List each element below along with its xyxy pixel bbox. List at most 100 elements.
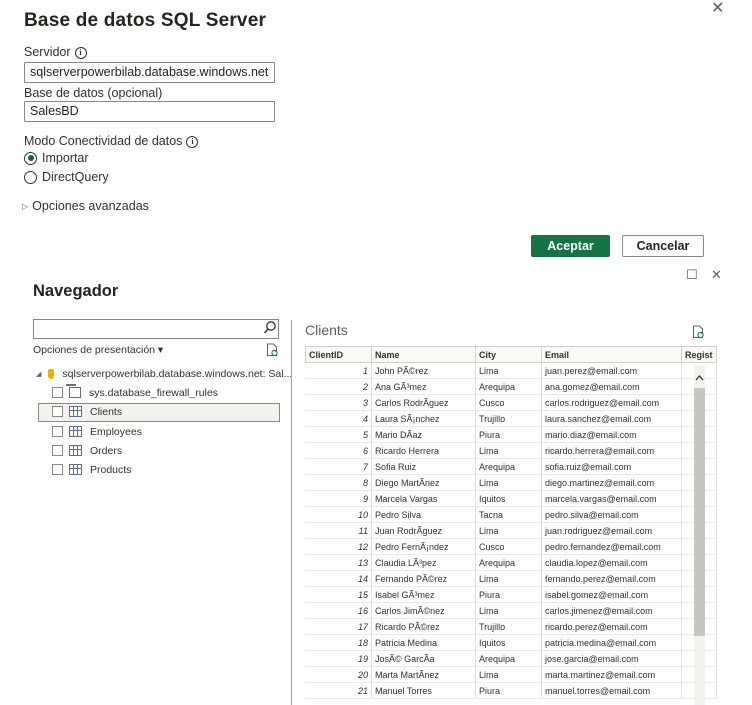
table-row[interactable]: 18 Patricia Medina Iquitos patricia.medina@… <box>305 634 717 651</box>
tree-item-employees[interactable]: Employees <box>52 422 142 441</box>
table-cell: Pedro Silva <box>371 506 476 523</box>
table-row[interactable]: 17 Ricardo PÃ©rez Trujillo ricardo.perez@em… <box>305 618 717 635</box>
cell-client-id: 3 <box>305 394 372 411</box>
table-row[interactable]: 16 Carlos JimÃ©nez Lima carlos.jimenez@emai… <box>305 602 717 619</box>
table-cell: John PÃ©rez <box>371 362 476 379</box>
scroll-up-icon[interactable] <box>694 372 705 384</box>
checkbox[interactable] <box>52 426 63 437</box>
table-icon <box>69 464 82 475</box>
table-row[interactable]: 2 Ana GÃ³mez Arequipa ana.gomez@email.com <box>305 378 717 395</box>
refresh-icon[interactable] <box>266 343 279 362</box>
radio-import[interactable]: Importar <box>24 151 89 165</box>
table-cell: Lima <box>475 362 542 379</box>
table-cell: Piura <box>475 682 542 699</box>
table-row[interactable]: 12 Pedro FernÃ¡ndez Cusco pedro.fernandez@e… <box>305 538 717 555</box>
table-row[interactable]: 9 Marcela Vargas Iquitos marcela.vargas@ema… <box>305 490 717 507</box>
table-row[interactable]: 10 Pedro Silva Tacna pedro.silva@email.com <box>305 506 717 523</box>
table-cell: ana.gomez@email.com <box>541 378 682 395</box>
display-options-dropdown[interactable]: Opciones de presentación ▾ <box>33 344 163 356</box>
table-cell: Mario DÃ­az <box>371 426 476 443</box>
info-icon[interactable]: i <box>186 135 199 148</box>
cancel-button[interactable]: Cancelar <box>622 235 704 257</box>
table-row[interactable]: 3 Carlos RodrÃ­guez Cusco carlos.rodriguez@… <box>305 394 717 411</box>
table-row[interactable]: 19 JosÃ© GarcÃ­a Arequipa jose.garcia@email… <box>305 650 717 667</box>
table-cell: Tacna <box>475 506 542 523</box>
table-icon <box>69 406 82 417</box>
close-icon[interactable]: ✕ <box>711 267 722 283</box>
table-cell: pedro.fernandez@email.com <box>541 538 682 555</box>
table-row[interactable]: 11 Juan RodrÃ­guez Lima juan.rodriguez@emai… <box>305 522 717 539</box>
table-cell: Carlos RodrÃ­guez <box>371 394 476 411</box>
column-header[interactable]: Name <box>371 346 476 363</box>
collapse-triangle-icon[interactable]: ◢ <box>36 370 41 378</box>
preview-table: ClientID Name City Email Regist 1 John PÃ… <box>305 346 717 699</box>
cell-client-id: 5 <box>305 426 372 443</box>
scrollbar-thumb[interactable] <box>694 388 705 636</box>
maximize-icon[interactable]: ☐ <box>686 267 698 283</box>
table-row[interactable]: 14 Fernando PÃ©rez Lima fernando.perez@emai… <box>305 570 717 587</box>
table-cell: Manuel Torres <box>371 682 476 699</box>
checkbox[interactable] <box>52 464 63 475</box>
table-cell: Arequipa <box>475 458 542 475</box>
table-cell: Patricia Medina <box>371 634 476 651</box>
table-row[interactable]: 4 Laura SÃ¡nchez Trujillo laura.sanchez@ema… <box>305 410 717 427</box>
column-header[interactable]: ClientID <box>305 346 372 363</box>
table-cell: fernando.perez@email.com <box>541 570 682 587</box>
column-header[interactable]: Regist <box>681 346 717 363</box>
cell-client-id: 16 <box>305 602 372 619</box>
tree-server-node[interactable]: ◢ sqlserverpowerbilab.database.windows.n… <box>36 364 292 383</box>
table-icon <box>69 445 82 456</box>
radio-unselected-icon[interactable] <box>24 170 37 184</box>
table-row[interactable]: 13 Claudia LÃ³pez Arequipa claudia.lopez@em… <box>305 554 717 571</box>
close-icon[interactable]: ✕ <box>711 0 724 18</box>
advanced-options-toggle[interactable]: ▷ Opciones avanzadas <box>22 199 149 213</box>
tree-item-label: Products <box>90 463 132 476</box>
tree-item-clients[interactable]: Clients <box>52 402 122 421</box>
tree-item-products[interactable]: Products <box>52 460 131 479</box>
table-row[interactable]: 5 Mario DÃ­az Piura mario.diaz@email.com <box>305 426 717 443</box>
cell-client-id: 14 <box>305 570 372 587</box>
table-row[interactable]: 21 Manuel Torres Piura manuel.torres@email.… <box>305 682 717 699</box>
table-cell: marcela.vargas@email.com <box>541 490 682 507</box>
database-input[interactable]: SalesBD <box>24 101 275 122</box>
database-label: Base de datos (opcional) <box>24 86 163 100</box>
checkbox[interactable] <box>52 387 63 398</box>
cell-client-id: 12 <box>305 538 372 555</box>
table-cell: Diego MartÃ­nez <box>371 474 476 491</box>
column-header[interactable]: Email <box>541 346 682 363</box>
expand-triangle-icon[interactable]: ▷ <box>22 202 28 211</box>
tree-item-label: Clients <box>90 405 123 418</box>
pane-divider[interactable] <box>291 320 292 705</box>
table-row[interactable]: 6 Ricardo Herrera Lima ricardo.herrera@emai… <box>305 442 717 459</box>
info-icon[interactable]: i <box>74 46 87 59</box>
search-input[interactable] <box>33 319 279 339</box>
tree-item[interactable]: sys.database_firewall_rules <box>52 383 218 402</box>
tree-item-orders[interactable]: Orders <box>52 441 122 460</box>
table-cell: Lima <box>475 602 542 619</box>
table-row[interactable]: 20 Marta MartÃ­nez Lima marta.martinez@emai… <box>305 666 717 683</box>
table-cell: Carlos JimÃ©nez <box>371 602 476 619</box>
table-cell: Iquitos <box>475 634 542 651</box>
preview-title: Clients <box>305 322 348 338</box>
table-cell: Ricardo Herrera <box>371 442 476 459</box>
table-cell: Trujillo <box>475 410 542 427</box>
search-icon[interactable] <box>262 319 278 337</box>
table-cell: Arequipa <box>475 554 542 571</box>
server-input[interactable]: sqlserverpowerbilab.database.windows.net <box>24 62 275 83</box>
checkbox[interactable] <box>52 445 63 456</box>
table-row[interactable]: 1 John PÃ©rez Lima juan.perez@email.com <box>305 362 717 379</box>
table-cell: Lima <box>475 570 542 587</box>
checkbox[interactable] <box>52 406 63 417</box>
cell-client-id: 8 <box>305 474 372 491</box>
ok-button[interactable]: Aceptar <box>531 235 610 257</box>
cell-client-id: 15 <box>305 586 372 603</box>
radio-directquery[interactable]: DirectQuery <box>24 170 109 184</box>
table-row[interactable]: 15 Isabel GÃ³mez Piura isabel.gomez@email.c… <box>305 586 717 603</box>
export-icon[interactable] <box>692 325 705 344</box>
column-header[interactable]: City <box>475 346 542 363</box>
table-cell: carlos.rodriguez@email.com <box>541 394 682 411</box>
radio-selected-icon[interactable] <box>24 151 37 165</box>
table-header-row: ClientID Name City Email Regist <box>305 346 717 363</box>
table-row[interactable]: 8 Diego MartÃ­nez Lima diego.martinez@email… <box>305 474 717 491</box>
table-row[interactable]: 7 Sofia Ruiz Arequipa sofia.ruiz@email.com <box>305 458 717 475</box>
